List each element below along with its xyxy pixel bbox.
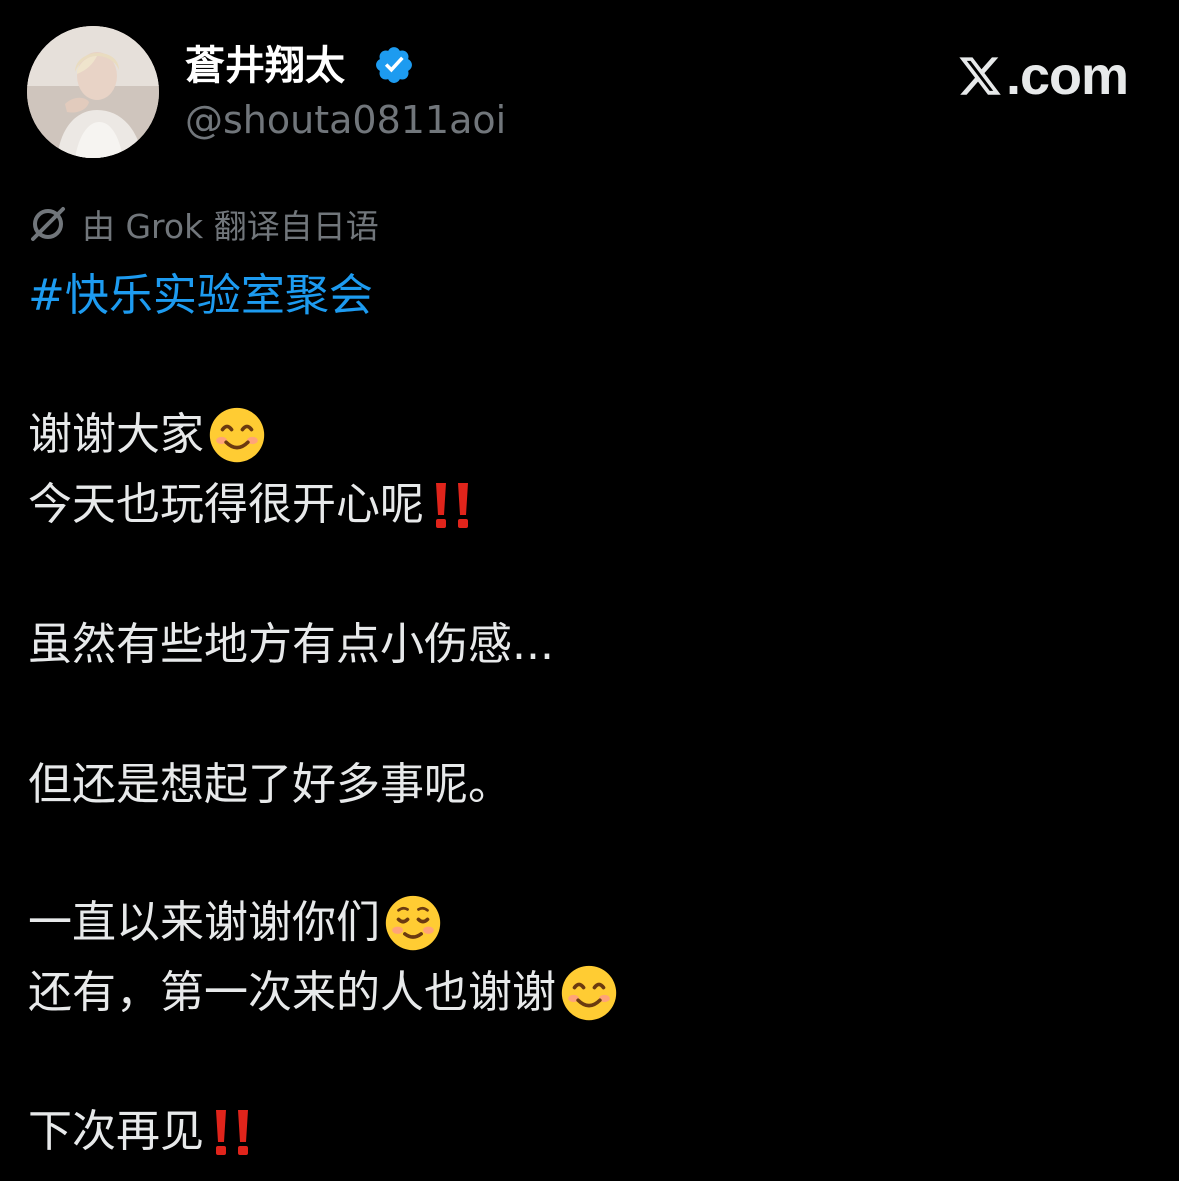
post-line-text: 但还是想起了好多事呢。 <box>28 759 512 810</box>
post-line: 下次再见 <box>28 1102 260 1162</box>
post-line-text: 还有，第一次来的人也谢谢 <box>28 967 556 1018</box>
verified-badge-icon <box>376 47 412 83</box>
post-line: 一直以来谢谢你们 <box>28 893 442 953</box>
avatar-photo <box>27 26 159 158</box>
translation-notice[interactable]: 由 Grok 翻译自日语 <box>28 200 379 248</box>
avatar[interactable] <box>27 26 159 158</box>
double-exclamation-icon <box>436 483 468 528</box>
post-line: 但还是想起了好多事呢。 <box>28 755 512 815</box>
post-line: 虽然有些地方有点小伤感... <box>28 615 554 675</box>
translation-label: 由 Grok 翻译自日语 <box>82 207 379 246</box>
hashtag-link[interactable]: #快乐实验室聚会 <box>28 266 373 326</box>
x-logo-icon <box>959 57 1001 95</box>
post-line: 谢谢大家 <box>28 405 266 465</box>
grok-icon <box>31 207 65 241</box>
tweet-header: 蒼井翔太 @shouta0811aoi .com <box>27 26 1152 158</box>
smiling-face-icon <box>561 965 617 1021</box>
x-brand: .com <box>956 46 1129 106</box>
post-line-text: 虽然有些地方有点小伤感... <box>28 619 554 670</box>
post-line: 今天也玩得很开心呢 <box>28 475 480 535</box>
post-line-text: 谢谢大家 <box>28 409 204 460</box>
double-exclamation-icon <box>216 1110 248 1155</box>
brand-domain: .com <box>1005 46 1129 106</box>
post-line-text: 今天也玩得很开心呢 <box>28 479 424 530</box>
display-name[interactable]: 蒼井翔太 <box>185 40 345 92</box>
user-handle[interactable]: @shouta0811aoi <box>185 96 506 144</box>
post-line-text: 下次再见 <box>28 1106 204 1157</box>
relieved-smiling-face-icon <box>385 895 441 951</box>
post-line: 还有，第一次来的人也谢谢 <box>28 963 618 1023</box>
post-line-text: 一直以来谢谢你们 <box>28 897 380 948</box>
smiling-face-icon <box>209 407 265 463</box>
